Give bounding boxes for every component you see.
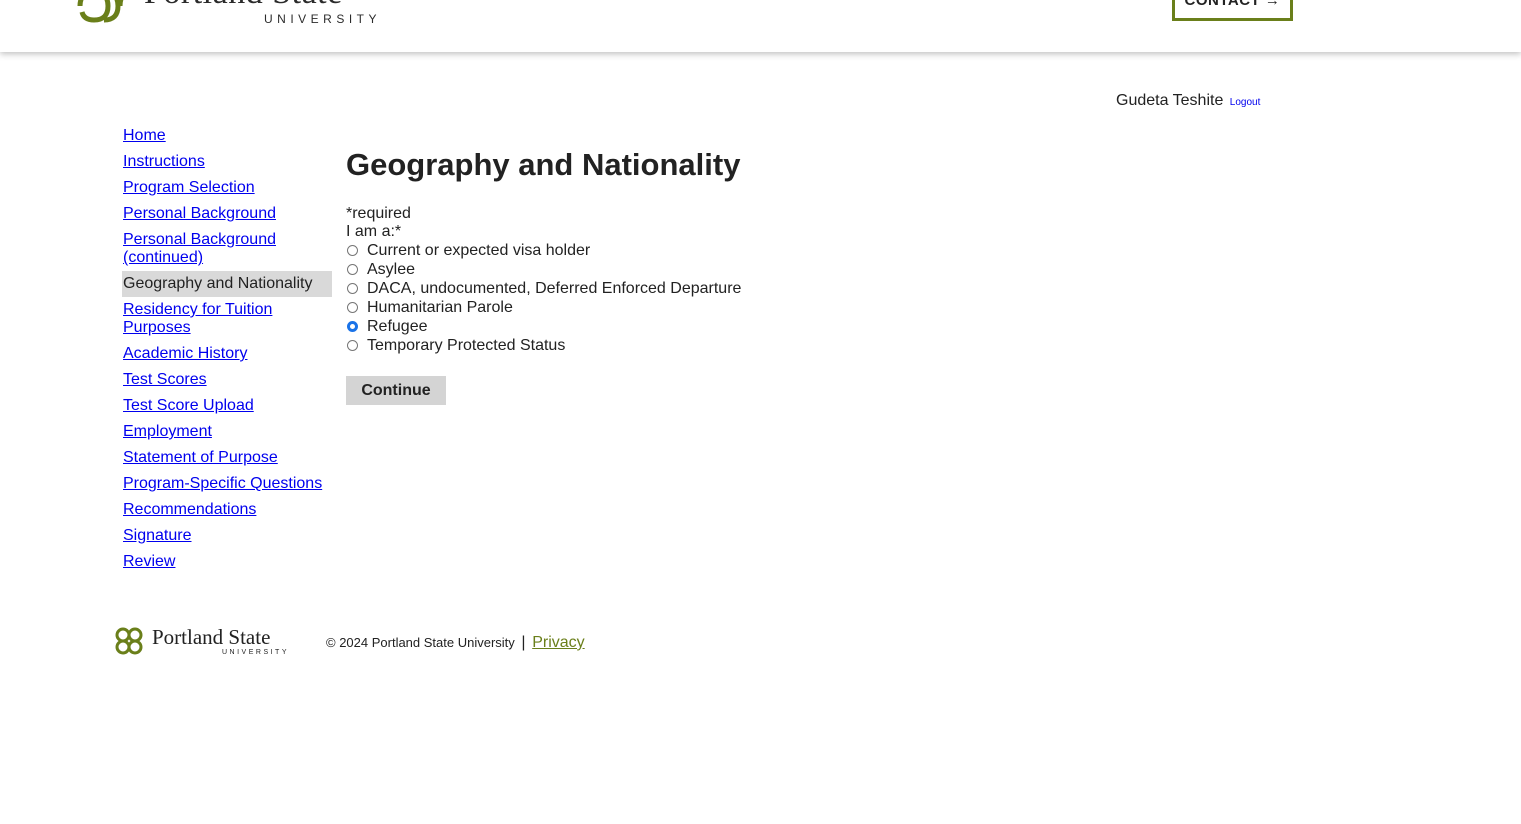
- option-refugee[interactable]: Refugee: [346, 317, 1046, 336]
- radio-humanitarian-parole[interactable]: [347, 302, 358, 313]
- user-info: Gudeta Teshite Logout: [1116, 92, 1260, 110]
- sidenav-item-academic-history[interactable]: Academic History: [122, 345, 332, 363]
- option-daca[interactable]: DACA, undocumented, Deferred Enforced De…: [346, 279, 1046, 298]
- sidenav-item-statement-of-purpose[interactable]: Statement of Purpose: [122, 449, 332, 467]
- psu-logo-icon: [115, 627, 143, 655]
- site-footer: Portland State UNIVERSITY © 2024 Portlan…: [112, 624, 812, 660]
- radio-visa-holder[interactable]: [347, 245, 358, 256]
- sidenav-item-program-selection[interactable]: Program Selection: [122, 179, 332, 197]
- sidenav-item-review[interactable]: Review: [122, 553, 332, 571]
- radio-daca[interactable]: [347, 283, 358, 294]
- sidenav-item-geography-nationality: Geography and Nationality: [122, 271, 332, 297]
- sidenav-item-employment[interactable]: Employment: [122, 423, 332, 441]
- sidenav-item-signature[interactable]: Signature: [122, 527, 332, 545]
- sidenav-item-instructions[interactable]: Instructions: [122, 153, 332, 171]
- psu-logo[interactable]: Portland State UNIVERSITY: [76, 0, 381, 26]
- privacy-link[interactable]: Privacy: [532, 634, 584, 651]
- main-content: Geography and Nationality *required I am…: [346, 146, 1046, 405]
- footer-copyright-line: © 2024 Portland State University | Priva…: [326, 634, 585, 652]
- logo-sub: UNIVERSITY: [264, 12, 382, 26]
- option-label: Refugee: [367, 318, 428, 335]
- question-label: I am a:*: [346, 223, 402, 240]
- radio-asylee[interactable]: [347, 264, 358, 275]
- copyright-text: © 2024 Portland State University: [326, 635, 515, 650]
- continue-button[interactable]: Continue: [346, 376, 446, 405]
- sidenav-item-recommendations[interactable]: Recommendations: [122, 501, 332, 519]
- required-note: *required: [346, 205, 411, 222]
- sidenav-item-home[interactable]: Home: [122, 127, 332, 145]
- footer-logo-name: Portland State: [152, 624, 271, 649]
- option-label: DACA, undocumented, Deferred Enforced De…: [367, 280, 742, 297]
- option-label: Current or expected visa holder: [367, 242, 591, 259]
- sidenav-item-personal-background[interactable]: Personal Background: [122, 205, 332, 223]
- sidenav-item-program-specific-questions[interactable]: Program-Specific Questions: [122, 475, 332, 493]
- sidenav-item-residency[interactable]: Residency for Tuition Purposes: [122, 301, 332, 337]
- page-title: Geography and Nationality: [346, 147, 741, 182]
- footer-psu-logo[interactable]: Portland State UNIVERSITY: [112, 624, 289, 658]
- logo-wordmark: Portland State UNIVERSITY: [144, 0, 381, 25]
- footer-logo-sub: UNIVERSITY: [222, 648, 290, 656]
- contact-button[interactable]: CONTACT →: [1172, 0, 1293, 21]
- application-sidenav: Home Instructions Program Selection Pers…: [122, 127, 332, 579]
- radio-temporary-protected-status[interactable]: [347, 340, 358, 351]
- option-humanitarian-parole[interactable]: Humanitarian Parole: [346, 298, 1046, 317]
- user-name: Gudeta Teshite: [1116, 92, 1224, 109]
- sidenav-item-test-scores[interactable]: Test Scores: [122, 371, 332, 389]
- option-visa-holder[interactable]: Current or expected visa holder: [346, 241, 1046, 260]
- radio-refugee[interactable]: [347, 321, 358, 332]
- option-temporary-protected-status[interactable]: Temporary Protected Status: [346, 336, 1046, 355]
- sidenav-item-personal-background-continued[interactable]: Personal Background (continued): [122, 231, 332, 267]
- option-label: Humanitarian Parole: [367, 299, 513, 316]
- site-header: Portland State UNIVERSITY CONTACT →: [0, 0, 1521, 52]
- option-label: Asylee: [367, 261, 416, 278]
- footer-logo-wordmark: Portland State UNIVERSITY: [152, 624, 290, 656]
- sidenav-item-test-score-upload[interactable]: Test Score Upload: [122, 397, 332, 415]
- logo-name: Portland State: [144, 0, 381, 10]
- logout-link[interactable]: Logout: [1230, 97, 1261, 108]
- option-asylee[interactable]: Asylee: [346, 260, 1046, 279]
- option-label: Temporary Protected Status: [367, 337, 566, 354]
- psu-logo-icon: [77, 0, 124, 23]
- footer-separator: |: [521, 634, 526, 651]
